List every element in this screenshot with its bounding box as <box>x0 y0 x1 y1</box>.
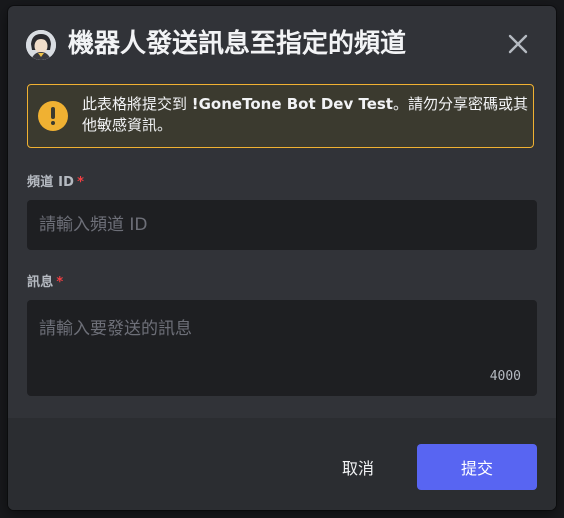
channel-id-label: 頻道 ID * <box>27 171 84 190</box>
required-mark: * <box>56 275 64 290</box>
modal-header: 機器人發送訊息至指定的頻道 <box>8 6 556 78</box>
warning-notice: 此表格將提交到 !GoneTone Bot Dev Test。請勿分享密碼或其他… <box>27 84 534 148</box>
submit-button[interactable]: 提交 <box>417 444 537 490</box>
message-label-text: 訊息 <box>27 275 54 290</box>
warning-text: 此表格將提交到 !GoneTone Bot Dev Test。請勿分享密碼或其他… <box>82 94 528 136</box>
bot-avatar-icon <box>26 30 56 60</box>
modal-dialog: 機器人發送訊息至指定的頻道 此表格將提交到 !GoneTone Bot Dev … <box>8 6 556 510</box>
message-textarea[interactable] <box>27 300 537 396</box>
close-icon[interactable] <box>506 32 530 56</box>
char-limit-counter: 4000 <box>489 369 521 384</box>
warning-bot-name: !GoneTone Bot Dev Test <box>191 95 393 113</box>
warning-prefix: 此表格將提交到 <box>82 95 192 113</box>
modal-footer: 取消 提交 <box>8 418 556 510</box>
channel-id-label-text: 頻道 ID <box>27 175 75 190</box>
required-mark: * <box>77 175 85 190</box>
cancel-button[interactable]: 取消 <box>316 444 400 490</box>
warning-icon <box>38 101 68 131</box>
modal-title: 機器人發送訊息至指定的頻道 <box>68 29 407 59</box>
message-field: 4000 <box>27 300 537 396</box>
message-label: 訊息 * <box>27 271 63 290</box>
channel-id-input[interactable] <box>27 200 537 250</box>
